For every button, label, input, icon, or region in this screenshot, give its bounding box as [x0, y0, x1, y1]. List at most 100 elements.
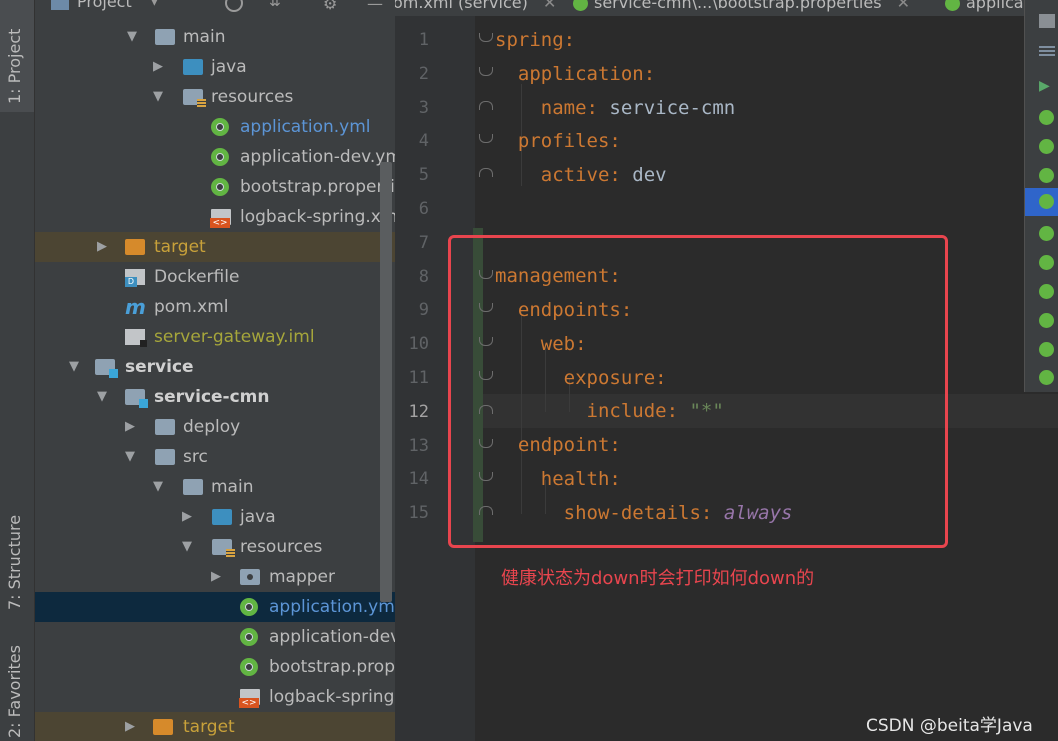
tree-item-label: application.yml: [269, 597, 395, 617]
chevron-down-icon[interactable]: ▼: [149, 0, 160, 8]
gear-icon[interactable]: ⚙: [323, 0, 339, 13]
save-icon[interactable]: [1025, 8, 1058, 36]
tree-item[interactable]: bootstrap.properties: [35, 652, 395, 682]
project-panel-header: Project ▼ ⇊ ⚙ —: [35, 0, 395, 18]
chevron-down-icon[interactable]: ▼: [67, 352, 81, 382]
tree-item-label: logback-spring.xml: [240, 207, 395, 227]
tree-item[interactable]: m pom.xml: [35, 292, 395, 322]
favorites-tool-tab[interactable]: 2: Favorites: [5, 645, 24, 738]
project-tab-label[interactable]: 1: Project: [5, 29, 24, 104]
chevron-down-icon[interactable]: ▼: [151, 472, 165, 502]
list-item[interactable]: [1025, 220, 1058, 248]
tree-item[interactable]: server-gateway.iml: [35, 322, 395, 352]
tree-item-label: logback-spring.xml: [269, 687, 395, 707]
chevron-right-icon[interactable]: ▶: [209, 562, 223, 592]
tree-item[interactable]: Dockerfile: [35, 262, 395, 292]
spring-config-icon: [240, 598, 258, 616]
line-number: 12: [408, 401, 429, 422]
tree-item-label: main: [183, 27, 226, 47]
code-line-3: name: service-cmn: [540, 97, 736, 119]
chevron-down-icon[interactable]: ▼: [180, 532, 194, 562]
spring-icon: [1039, 194, 1054, 209]
line-number: 10: [408, 334, 429, 355]
tab-application-yml[interactable]: applica: [945, 0, 1024, 16]
chevron-down-icon[interactable]: ▼: [151, 82, 165, 112]
tree-item[interactable]: bootstrap.properties: [35, 172, 395, 202]
structure-tool-tab[interactable]: 7: Structure: [5, 515, 24, 610]
close-icon[interactable]: ✕: [897, 0, 910, 12]
tree-item[interactable]: ▼ service-cmn: [35, 382, 395, 412]
list-item[interactable]: [1025, 307, 1058, 335]
list-item[interactable]: [1025, 104, 1058, 132]
tree-item-label: mapper: [269, 567, 336, 587]
list-item[interactable]: [1025, 133, 1058, 161]
chevron-right-icon[interactable]: ▶: [123, 412, 137, 442]
tree-item[interactable]: application-dev.yml: [35, 622, 395, 652]
dockerfile-icon: [125, 269, 145, 287]
chevron-down-icon[interactable]: ▼: [95, 382, 109, 412]
list-item-selected[interactable]: [1025, 188, 1058, 216]
tree-item[interactable]: ▼ main: [35, 22, 395, 52]
tab-pom-xml[interactable]: om.xml (service) ✕: [395, 0, 556, 16]
fold-open-icon[interactable]: [479, 66, 493, 76]
tab-label: applica: [966, 0, 1024, 12]
chevron-right-icon[interactable]: ▶: [123, 712, 137, 741]
tree-item[interactable]: logback-spring.xml: [35, 682, 395, 712]
tree-item[interactable]: application.yml: [35, 112, 395, 142]
fold-open-icon[interactable]: [479, 134, 493, 144]
tree-item[interactable]: ▼ service: [35, 352, 395, 382]
editor-tab-list-popup[interactable]: ▶: [1024, 0, 1058, 392]
tree-item-label: service: [125, 357, 194, 377]
tree-item[interactable]: ▶ mapper: [35, 562, 395, 592]
favorites-tab-text: 2: Favorites: [5, 645, 24, 738]
list-icon[interactable]: [1025, 38, 1058, 66]
tab-bootstrap-properties[interactable]: service-cmn\...\bootstrap.properties ✕: [573, 0, 910, 16]
resources-folder-icon: [212, 539, 235, 557]
excluded-folder-icon: [153, 719, 173, 735]
project-tool-tab[interactable]: 1: Project: [0, 0, 34, 112]
fold-end-icon[interactable]: [479, 100, 493, 110]
tree-item[interactable]: ▶ java: [35, 502, 395, 532]
tree-item[interactable]: ▼ resources: [35, 532, 395, 562]
fold-end-icon[interactable]: [479, 168, 493, 178]
tree-item-label: application.yml: [240, 117, 371, 137]
tree-item[interactable]: application-dev.yml: [35, 142, 395, 172]
run-config-icon[interactable]: ▶: [1025, 72, 1058, 100]
spring-config-icon: [240, 628, 258, 646]
tree-item-label: java: [240, 507, 276, 527]
tree-item-label: resources: [240, 537, 323, 557]
list-item[interactable]: [1025, 278, 1058, 306]
tree-item[interactable]: logback-spring.xml: [35, 202, 395, 232]
chevron-right-icon[interactable]: ▶: [180, 502, 194, 532]
folder-icon: [155, 449, 175, 465]
tree-item[interactable]: ▶ deploy: [35, 412, 395, 442]
project-panel-title[interactable]: Project: [77, 0, 132, 11]
collapse-all-icon[interactable]: ⇊: [269, 0, 285, 10]
line-number: 9: [418, 300, 429, 321]
close-icon[interactable]: ✕: [543, 0, 556, 12]
list-item[interactable]: [1025, 249, 1058, 277]
chevron-down-icon[interactable]: ▼: [125, 22, 139, 52]
chevron-right-icon[interactable]: ▶: [95, 232, 109, 262]
tree-item[interactable]: ▶ java: [35, 52, 395, 82]
chevron-down-icon[interactable]: ▼: [123, 442, 137, 472]
project-scrollbar[interactable]: [380, 162, 392, 602]
line-number: 7: [418, 232, 429, 253]
minimize-icon[interactable]: —: [367, 0, 383, 13]
tree-item[interactable]: application.yml: [35, 592, 395, 622]
tree-item[interactable]: ▶ target: [35, 232, 395, 262]
tree-item[interactable]: ▼ main: [35, 472, 395, 502]
fold-open-icon[interactable]: [479, 33, 493, 42]
tree-item-label: service-cmn: [154, 387, 270, 407]
list-item[interactable]: [1025, 336, 1058, 364]
line-number: 5: [418, 165, 429, 186]
tree-item[interactable]: ▶ target: [35, 712, 395, 741]
tree-item-label: application-dev.yml: [269, 627, 395, 647]
list-item[interactable]: [1025, 364, 1058, 392]
code-line-2: application:: [517, 63, 656, 85]
tree-item[interactable]: ▼ src: [35, 442, 395, 472]
chevron-right-icon[interactable]: ▶: [151, 52, 165, 82]
locate-icon[interactable]: [225, 0, 243, 12]
tree-item[interactable]: ▼ resources: [35, 82, 395, 112]
list-item[interactable]: [1025, 162, 1058, 190]
